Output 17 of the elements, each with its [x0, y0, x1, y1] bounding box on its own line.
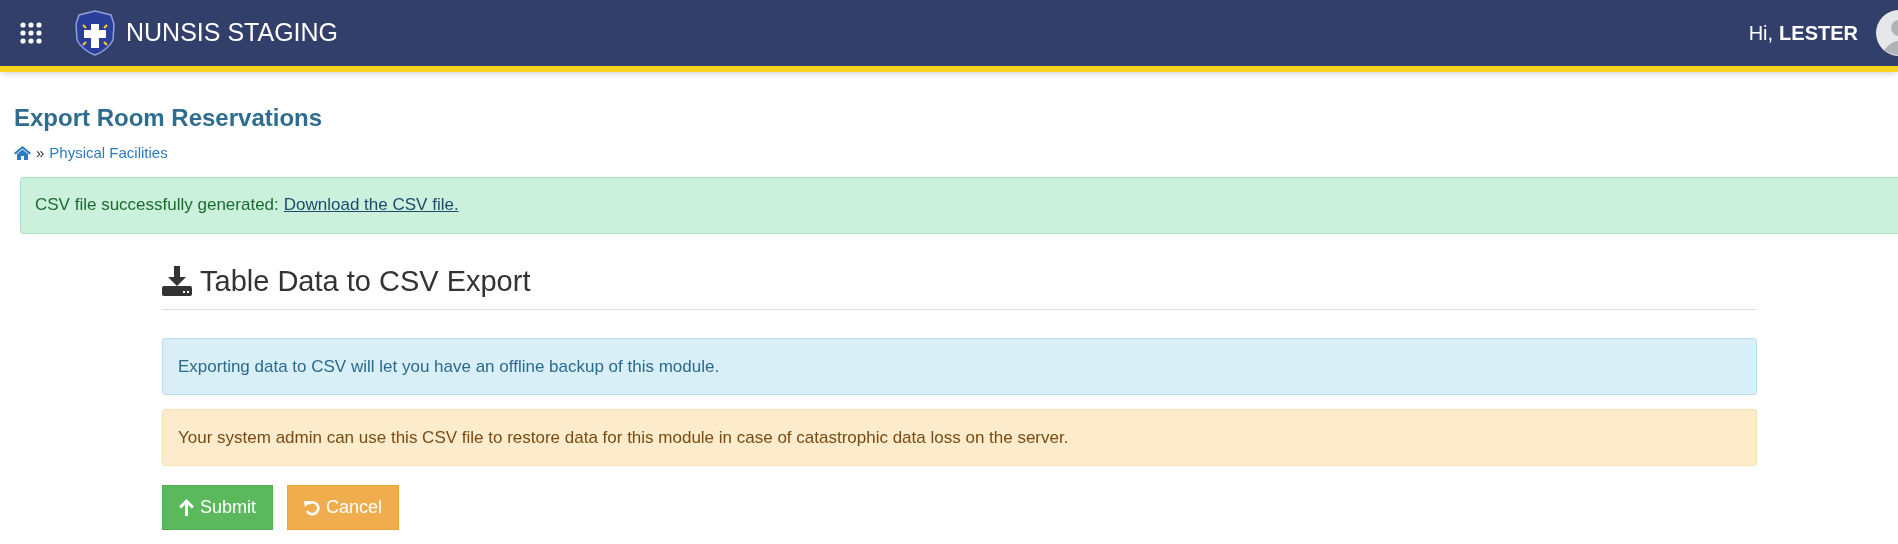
info-message: Exporting data to CSV will let you have an offline backup of this module.	[162, 338, 1757, 395]
section-heading: Table Data to CSV Export	[200, 263, 531, 299]
app-title[interactable]: NUNSIS STAGING	[126, 14, 339, 52]
user-name[interactable]: LESTER	[1779, 18, 1858, 48]
page-title: Export Room Reservations	[14, 103, 324, 133]
download-link[interactable]: Download the CSV file.	[283, 192, 459, 218]
home-icon[interactable]	[14, 146, 31, 161]
warning-message: Your system admin can use this CSV file to restore data for this module in case of catastrophic data loss on the server.	[162, 409, 1757, 466]
greeting-text: Hi,	[1748, 21, 1774, 46]
breadcrumb-separator: »	[36, 143, 45, 163]
shield-logo-icon	[74, 10, 116, 56]
apps-grid-icon[interactable]	[20, 22, 42, 44]
undo-icon	[304, 499, 321, 516]
up-arrow-icon	[179, 499, 194, 516]
alert-text: CSV file successfully generated:	[35, 194, 279, 217]
download-icon	[162, 266, 192, 297]
breadcrumb-link[interactable]: Physical Facilities	[49, 142, 168, 165]
